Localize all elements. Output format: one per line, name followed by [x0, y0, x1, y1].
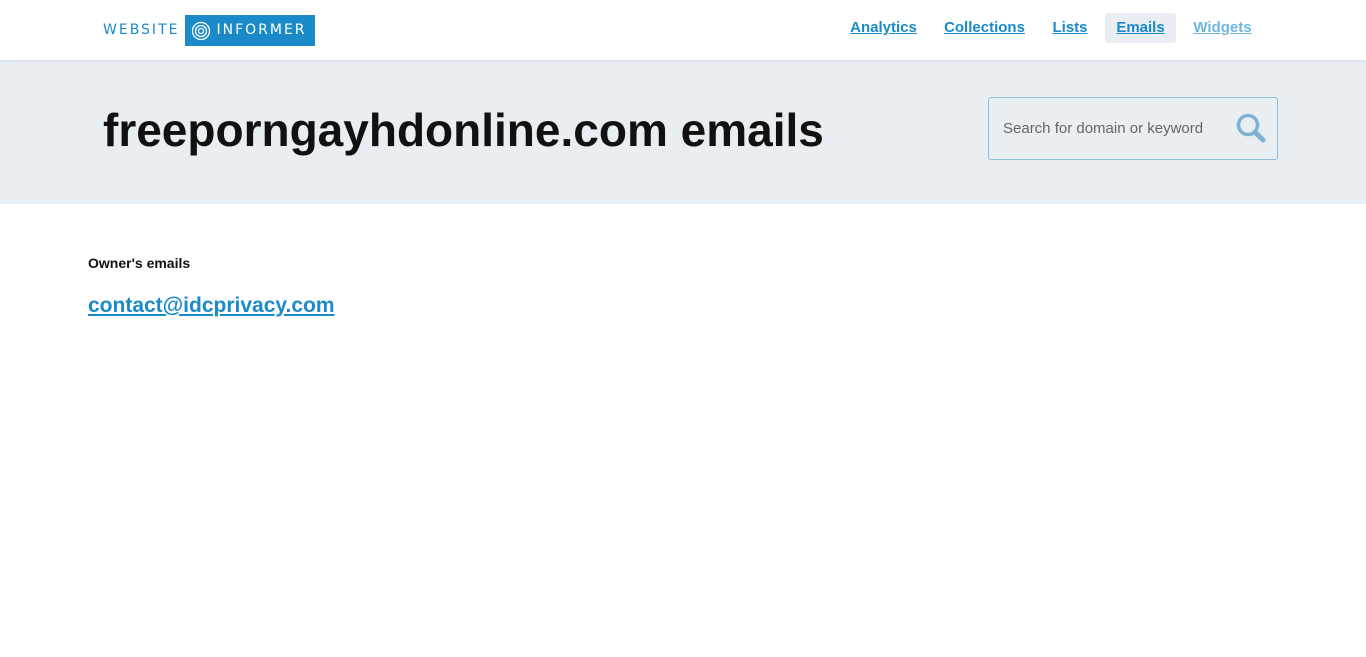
- main-content: Owner's emails contact@idcprivacy.com: [88, 254, 335, 318]
- nav-item-collections[interactable]: Collections: [940, 13, 1029, 43]
- nav-item-widgets[interactable]: Widgets: [1189, 13, 1256, 43]
- email-link[interactable]: contact@idcprivacy.com: [88, 294, 335, 318]
- site-header: WEBSITE INFORMER Analytics Collections L…: [0, 0, 1366, 60]
- nav-item-emails[interactable]: Emails: [1105, 13, 1176, 43]
- main-nav: Analytics Collections Lists Emails Widge…: [0, 13, 1366, 43]
- page-title: freeporngayhdonline.com emails: [103, 104, 824, 156]
- nav-item-analytics[interactable]: Analytics: [846, 13, 921, 43]
- search-input[interactable]: [1003, 98, 1223, 159]
- search-icon[interactable]: [1235, 112, 1267, 144]
- search-box: [988, 97, 1278, 160]
- owner-emails-label: Owner's emails: [88, 255, 191, 271]
- hero-banner: freeporngayhdonline.com emails: [0, 60, 1366, 204]
- nav-item-lists[interactable]: Lists: [1048, 13, 1092, 43]
